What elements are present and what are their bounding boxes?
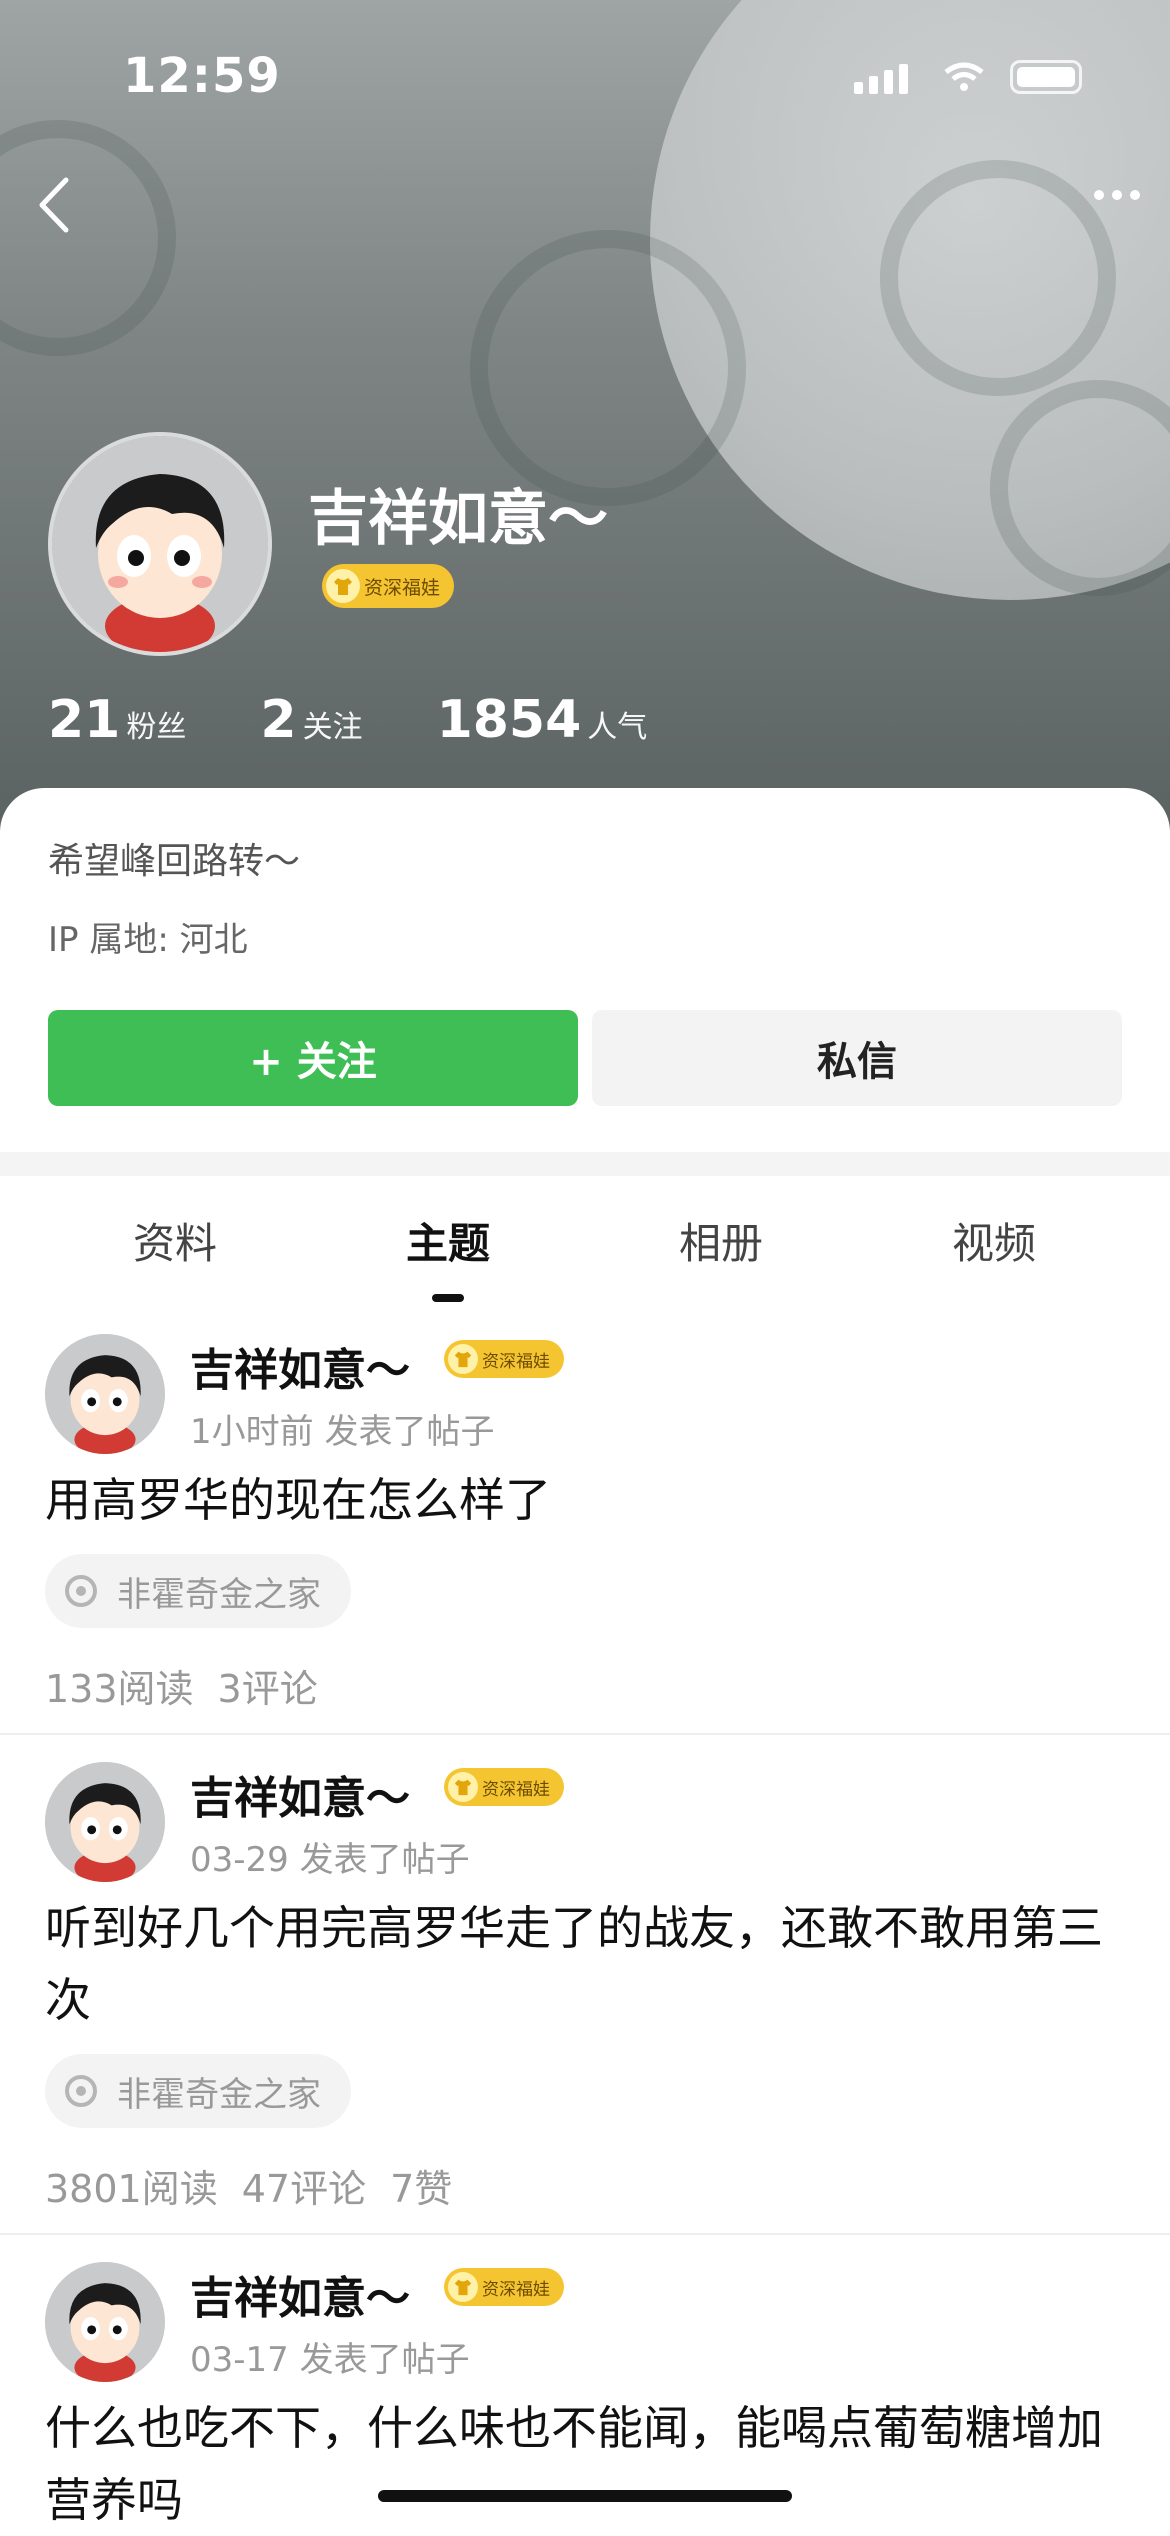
post-badge-label: 资深福娃 bbox=[482, 1351, 550, 1372]
post-author-avatar[interactable] bbox=[45, 2262, 165, 2382]
popularity-count: 1854 bbox=[436, 690, 582, 750]
background-flower bbox=[880, 160, 1116, 396]
following-label[interactable]: 关注 bbox=[303, 702, 363, 746]
forum-name: 非霍奇金之家 bbox=[117, 1574, 321, 1615]
post-author-name[interactable]: 吉祥如意～ bbox=[190, 1762, 410, 1826]
post-author-avatar[interactable] bbox=[45, 1762, 165, 1882]
tab-topics[interactable]: 主题 bbox=[406, 1210, 490, 1271]
post-author-avatar[interactable] bbox=[45, 1334, 165, 1454]
level-badge[interactable]: 资深福娃 bbox=[322, 564, 455, 608]
message-button[interactable]: 私信 bbox=[592, 1010, 1122, 1106]
post-badge-label: 资深福娃 bbox=[482, 2279, 550, 2300]
home-indicator bbox=[378, 2490, 792, 2502]
shirt-icon bbox=[448, 1344, 478, 1374]
fans-label[interactable]: 粉丝 bbox=[126, 702, 186, 746]
post-author-badge: 资深福娃 bbox=[444, 2268, 564, 2306]
post-author-badge: 资深福娃 bbox=[444, 1340, 564, 1378]
status-bar: 12:59 bbox=[0, 40, 1170, 120]
tab-videos[interactable]: 视频 bbox=[952, 1210, 1036, 1271]
background-flower bbox=[0, 120, 176, 356]
post-card[interactable]: 吉祥如意～ 资深福娃 1小时前 发表了帖子 用高罗华的现在怎么样了 非霍奇金之家… bbox=[0, 1334, 1170, 1734]
forum-icon bbox=[65, 1575, 97, 1607]
back-arrow-icon[interactable] bbox=[30, 170, 80, 240]
post-title[interactable]: 什么也吃不下，什么味也不能闻，能喝点葡萄糖增加营养吗 bbox=[45, 2392, 1135, 2536]
fans-count[interactable]: 21 bbox=[48, 690, 120, 750]
comment-count[interactable]: 47评论 bbox=[242, 2158, 366, 2213]
post-card[interactable]: 吉祥如意～ 资深福娃 03-29 发表了帖子 听到好几个用完高罗华走了的战友，还… bbox=[0, 1762, 1170, 2222]
post-title[interactable]: 听到好几个用完高罗华走了的战友，还敢不敢用第三次 bbox=[45, 1892, 1135, 2036]
read-count: 133阅读 bbox=[45, 1667, 194, 1711]
status-time: 12:59 bbox=[123, 48, 281, 104]
cellular-signal-icon bbox=[854, 64, 908, 94]
popularity-label: 人气 bbox=[587, 710, 648, 745]
section-divider bbox=[0, 1152, 1170, 1176]
post-counts: 3801阅读 47评论 7赞 bbox=[45, 2158, 452, 2213]
comment-count[interactable]: 3评论 bbox=[218, 1658, 318, 1713]
follow-button[interactable]: + 关注 bbox=[48, 1010, 578, 1106]
post-badge-label: 资深福娃 bbox=[482, 1779, 550, 1800]
shirt-icon bbox=[448, 1772, 478, 1802]
profile-tabs: 资料 主题 相册 视频 bbox=[0, 1210, 1170, 1300]
cartoon-avatar-image bbox=[52, 436, 268, 652]
background-flower bbox=[470, 230, 746, 506]
post-meta: 03-17 发表了帖子 bbox=[190, 2340, 470, 2380]
profile-username: 吉祥如意～ bbox=[308, 484, 608, 554]
shirt-icon bbox=[448, 2272, 478, 2302]
forum-tag[interactable]: 非霍奇金之家 bbox=[45, 2054, 351, 2128]
post-divider bbox=[0, 2233, 1170, 2235]
following-count[interactable]: 2 bbox=[260, 690, 296, 750]
battery-icon bbox=[1010, 60, 1082, 94]
post-meta: 1小时前 发表了帖子 bbox=[190, 1412, 495, 1452]
profile-signature: 希望峰回路转～ bbox=[48, 841, 301, 882]
post-title[interactable]: 用高罗华的现在怎么样了 bbox=[45, 1464, 1135, 1536]
read-count: 3801阅读 bbox=[45, 2167, 218, 2211]
wifi-icon bbox=[944, 62, 984, 91]
profile-stats: 21 粉丝 2 关注 1854 人气 bbox=[48, 690, 721, 750]
tab-album[interactable]: 相册 bbox=[679, 1210, 763, 1271]
ip-location: IP 属地: 河北 bbox=[48, 920, 248, 960]
shirt-icon bbox=[326, 569, 360, 603]
tab-profile-info[interactable]: 资料 bbox=[133, 1210, 217, 1271]
post-meta: 03-29 发表了帖子 bbox=[190, 1840, 470, 1880]
forum-tag[interactable]: 非霍奇金之家 bbox=[45, 1554, 351, 1628]
forum-icon bbox=[65, 2075, 97, 2107]
profile-avatar[interactable] bbox=[48, 432, 272, 656]
active-tab-indicator bbox=[432, 1294, 464, 1302]
like-count[interactable]: 7赞 bbox=[390, 2158, 452, 2213]
post-author-badge: 资深福娃 bbox=[444, 1768, 564, 1806]
post-counts: 133阅读 3评论 bbox=[45, 1658, 318, 1713]
forum-name: 非霍奇金之家 bbox=[117, 2074, 321, 2115]
post-divider bbox=[0, 1733, 1170, 1735]
post-author-name[interactable]: 吉祥如意～ bbox=[190, 1334, 410, 1398]
post-author-name[interactable]: 吉祥如意～ bbox=[190, 2262, 410, 2326]
more-options-icon[interactable] bbox=[1094, 190, 1140, 200]
level-badge-label: 资深福娃 bbox=[364, 576, 441, 599]
